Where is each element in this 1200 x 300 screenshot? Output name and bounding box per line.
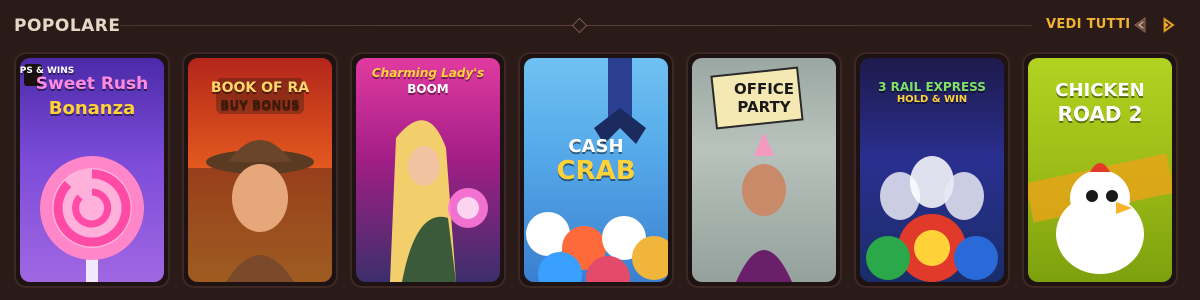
game-card-sweet-rush-bonanza[interactable]: DROPS & WINS Sweet Rush Bonanza bbox=[14, 52, 170, 288]
game-title-line1: 3 RAIL EXPRESS bbox=[878, 80, 986, 94]
game-thumbnail: OFFICE PARTY bbox=[692, 58, 836, 282]
chevron-right-icon bbox=[1163, 17, 1175, 33]
carousel-next-button[interactable] bbox=[1157, 14, 1179, 36]
game-thumbnail: CHICKEN ROAD 2 bbox=[1028, 58, 1172, 282]
game-title-line1: CASH bbox=[568, 136, 624, 157]
game-title-line2: Bonanza bbox=[48, 98, 136, 119]
game-thumbnail: BOOK OF RA BUY BONUS bbox=[188, 58, 332, 282]
game-card-cash-crab[interactable]: CASH CRAB bbox=[518, 52, 674, 288]
game-title-line1: Charming Lady's bbox=[371, 66, 485, 80]
game-title-line2: CRAB bbox=[556, 156, 636, 186]
game-thumbnail: DROPS & WINS Sweet Rush Bonanza bbox=[20, 58, 164, 282]
see-all-link[interactable]: VEDI TUTTI bbox=[1046, 17, 1130, 32]
section-header: POPOLARE VEDI TUTTI bbox=[0, 0, 1200, 52]
game-title-line1: Sweet Rush bbox=[35, 74, 149, 94]
game-title-line1: OFFICE bbox=[733, 80, 795, 98]
game-card-book-of-ra[interactable]: BOOK OF RA BUY BONUS bbox=[182, 52, 338, 288]
game-title-line2: BOOM bbox=[407, 82, 449, 96]
game-title-line1: CHICKEN bbox=[1055, 80, 1145, 101]
game-title-line2: ROAD 2 bbox=[1057, 102, 1143, 126]
game-title-line1: BOOK OF RA bbox=[210, 80, 310, 96]
game-thumbnail: CASH CRAB bbox=[524, 58, 668, 282]
game-card-3-rail-express[interactable]: 3 RAIL EXPRESS HOLD & WIN bbox=[854, 52, 1010, 288]
game-title-line2: BUY BONUS bbox=[220, 98, 300, 112]
game-card-charming-ladys-boom[interactable]: Charming Lady's BOOM bbox=[350, 52, 506, 288]
game-thumbnail: Charming Lady's BOOM bbox=[356, 58, 500, 282]
carousel-prev-button[interactable] bbox=[1130, 14, 1152, 36]
chevron-left-icon bbox=[1134, 17, 1146, 33]
game-carousel: DROPS & WINS Sweet Rush Bonanza BOOK OF … bbox=[14, 52, 1194, 288]
game-card-office-party[interactable]: OFFICE PARTY bbox=[686, 52, 842, 288]
game-thumbnail: 3 RAIL EXPRESS HOLD & WIN bbox=[860, 58, 1004, 282]
game-title-line2: HOLD & WIN bbox=[896, 94, 968, 105]
section-title: POPOLARE bbox=[14, 16, 121, 36]
divider-ornament bbox=[571, 17, 588, 34]
game-title-line2: PARTY bbox=[737, 98, 791, 116]
game-card-chicken-road-2[interactable]: CHICKEN ROAD 2 bbox=[1022, 52, 1178, 288]
